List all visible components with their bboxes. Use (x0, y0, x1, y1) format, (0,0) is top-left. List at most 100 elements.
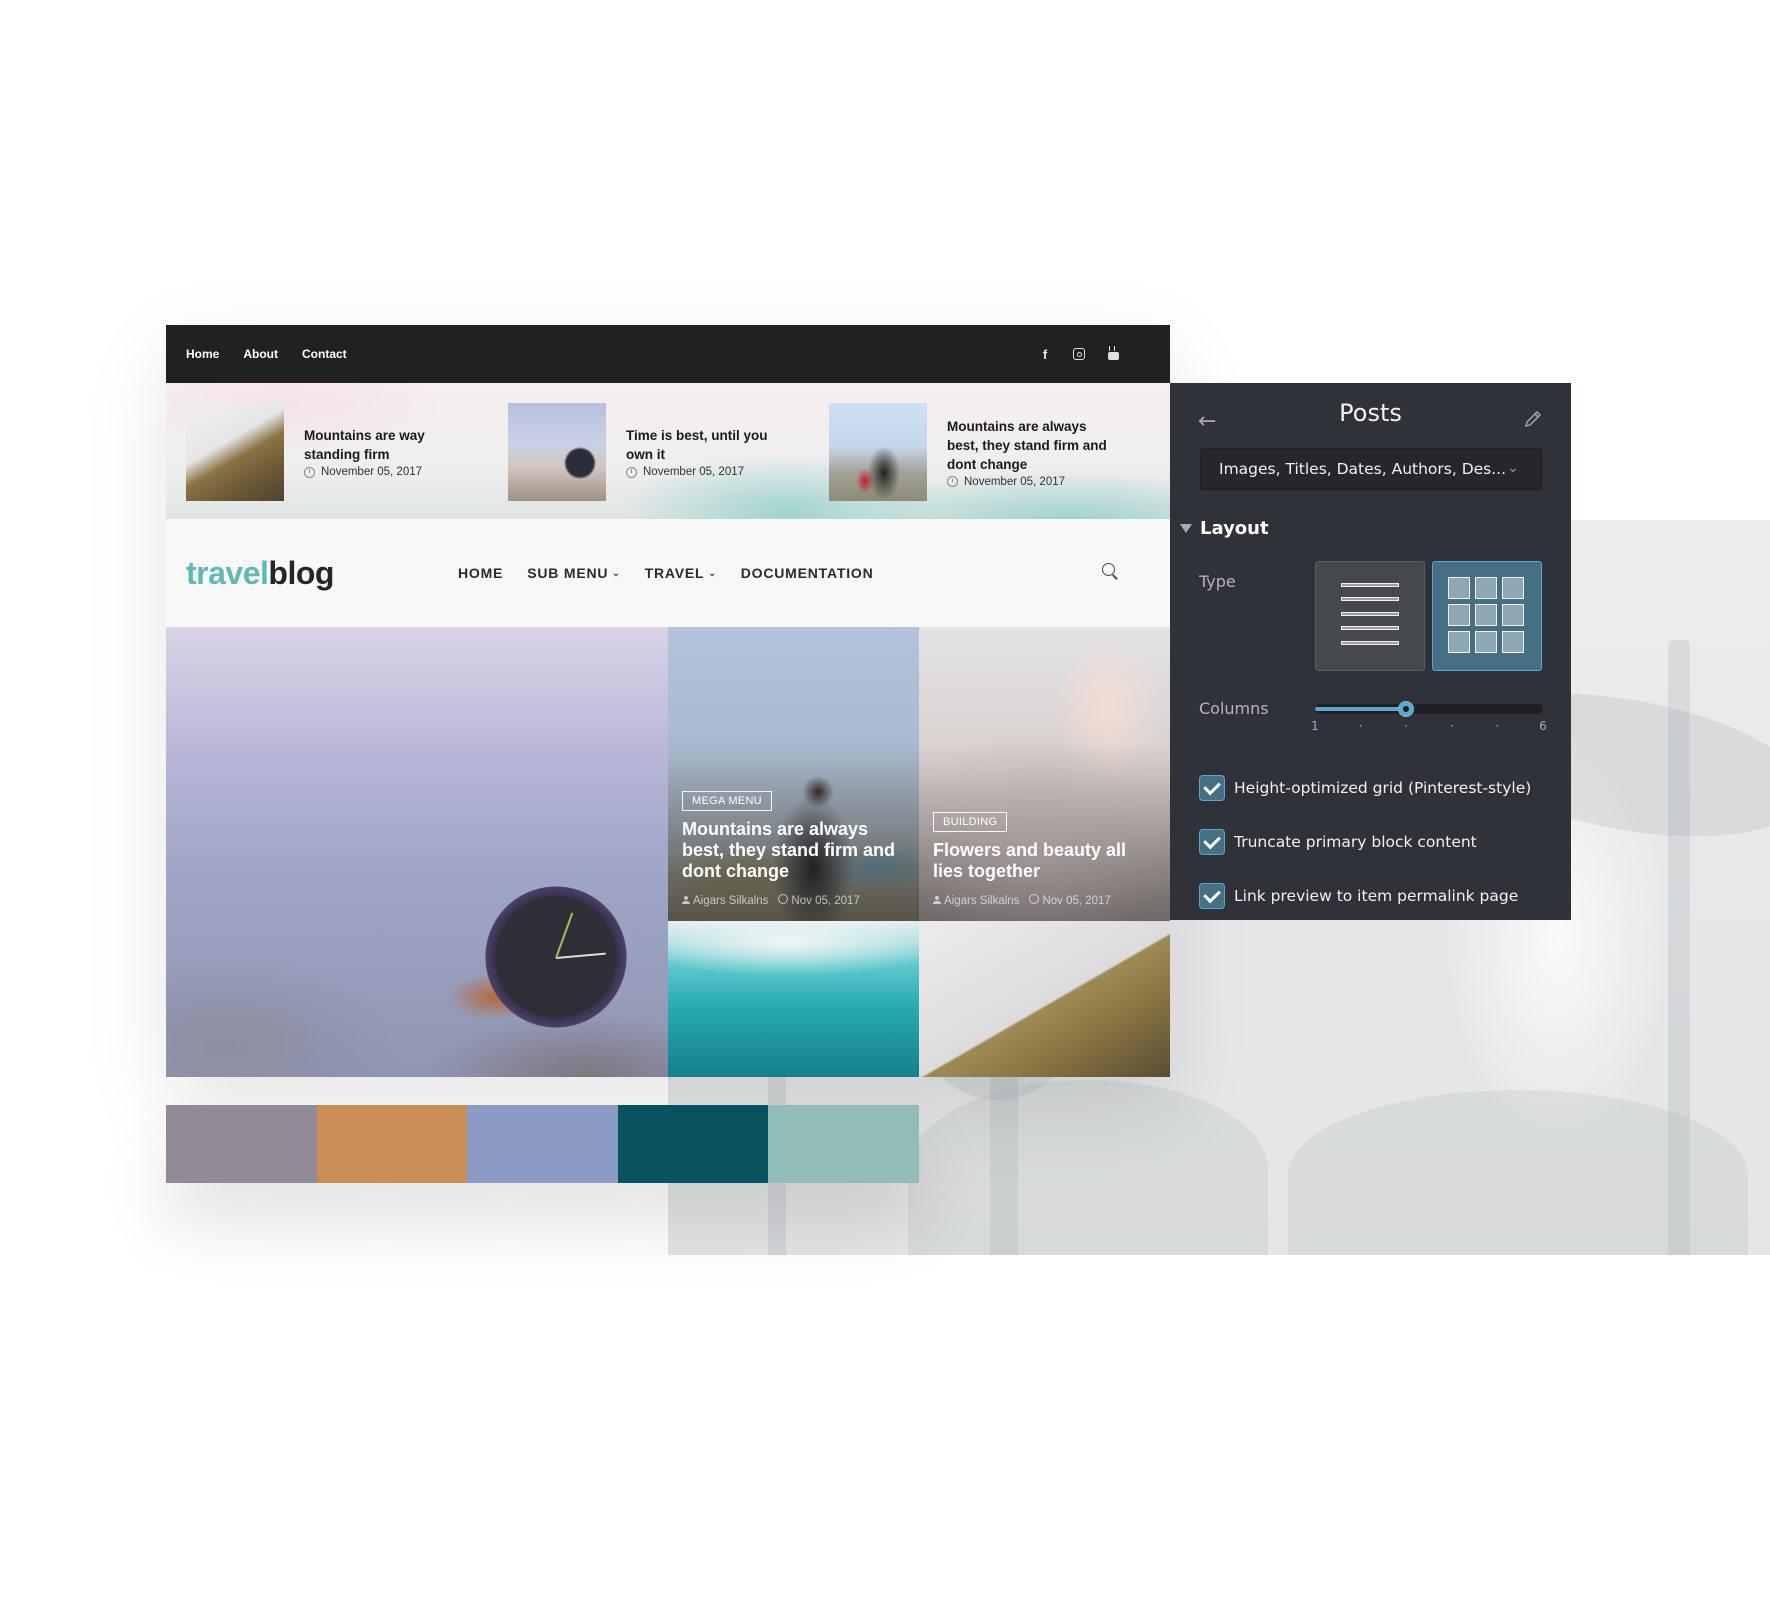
checkbox-link-preview[interactable]: Link preview to item permalink page (1199, 869, 1531, 923)
clock-icon (304, 466, 315, 478)
nav-item-home[interactable]: HOME (458, 565, 503, 581)
nav-item-sub-menu[interactable]: SUB MENU ⌄ (527, 565, 620, 581)
clock-icon (626, 466, 637, 478)
checkbox-checked[interactable] (1199, 829, 1225, 855)
pencil-icon[interactable] (1523, 409, 1543, 429)
clock-icon (778, 894, 789, 904)
color-swatch (467, 1105, 618, 1183)
slider-tick-dot: · (1404, 719, 1409, 733)
facebook-icon[interactable]: f (1038, 347, 1052, 362)
slider-tick-dot: · (1358, 719, 1363, 733)
slider-max-label: 6 (1539, 719, 1547, 733)
slider-thumb[interactable] (1398, 701, 1415, 717)
topbar-link-home[interactable]: Home (186, 347, 219, 361)
posts-settings-panel: ← Posts Images, Titles, Dates, Authors, … (1170, 383, 1571, 920)
featured-post[interactable]: Mountains are always best, they stand fi… (829, 403, 1117, 501)
color-swatch (617, 1105, 769, 1183)
grid-cell (1448, 577, 1470, 599)
main-navigation: travelblog HOME SUB MENU ⌄ TRAVEL ⌄ DOCUME… (166, 519, 1170, 627)
user-icon (682, 895, 690, 904)
color-palette (166, 1105, 919, 1183)
grid-cell (1448, 631, 1470, 653)
instagram-icon[interactable] (1072, 347, 1086, 361)
card-title[interactable]: Mountains are always best, they stand fi… (682, 819, 909, 882)
slider-fill (1315, 707, 1407, 711)
nav-item-travel[interactable]: TRAVEL ⌄ (645, 565, 717, 581)
chevron-down-icon: ⌄ (1507, 460, 1519, 476)
watch-hand (555, 952, 606, 959)
section-title: Layout (1200, 518, 1269, 539)
checkbox-checked[interactable] (1199, 775, 1225, 801)
slider-min-label: 1 (1311, 719, 1319, 733)
featured-post-date: November 05, 2017 (964, 475, 1066, 488)
slider-tick-dot: · (1449, 719, 1454, 733)
featured-posts-strip: Mountains are way standing firm November… (166, 383, 1170, 519)
checkbox-truncate-content[interactable]: Truncate primary block content (1199, 815, 1531, 869)
user-icon (933, 895, 941, 904)
checkbox-label: Truncate primary block content (1234, 833, 1477, 851)
grid-cell (1502, 631, 1524, 653)
layout-type-grid-button[interactable] (1432, 561, 1542, 671)
featured-post[interactable]: Time is best, until you own it November … (508, 403, 776, 501)
topbar-link-about[interactable]: About (243, 347, 278, 361)
featured-post-title[interactable]: Mountains are way standing firm (304, 426, 454, 464)
collapse-triangle-icon (1180, 524, 1192, 533)
chevron-down-icon: ⌄ (708, 567, 717, 578)
card-date: Nov 05, 2017 (791, 895, 860, 907)
website-preview: Home About Contact f Mountains are way s… (166, 325, 1170, 1077)
grid-card[interactable]: MEGA MENU Mountains are always best, the… (668, 627, 919, 921)
content-fields-dropdown[interactable]: Images, Titles, Dates, Authors, Des... ⌄ (1200, 448, 1542, 490)
posts-grid: MEGA MENU Mountains are always best, the… (166, 627, 1170, 1077)
card-date: Nov 05, 2017 (1042, 895, 1111, 907)
card-title[interactable]: Flowers and beauty all lies together (933, 840, 1160, 882)
grid-post-image-watch[interactable] (166, 627, 668, 1077)
checkbox-label: Link preview to item permalink page (1234, 887, 1519, 905)
featured-post-thumbnail[interactable] (829, 403, 927, 501)
site-logo[interactable]: travelblog (186, 555, 334, 592)
clock-icon (947, 476, 958, 487)
grid-cell (1475, 631, 1497, 653)
featured-post-date: November 05, 2017 (643, 466, 745, 478)
slider-ticks: 1 · · · · 6 (1311, 719, 1548, 735)
grid-cell (1475, 577, 1497, 599)
grid-cell (1502, 604, 1524, 626)
featured-post-date: November 05, 2017 (321, 466, 423, 478)
color-swatch (316, 1105, 468, 1183)
grid-cell (1502, 577, 1524, 599)
card-author[interactable]: Aigars Silkalns (944, 895, 1019, 907)
featured-post-title[interactable]: Mountains are always best, they stand fi… (947, 417, 1117, 474)
layout-type-list-button[interactable] (1315, 561, 1425, 671)
nav-item-documentation[interactable]: DOCUMENTATION (741, 565, 874, 581)
grid-post-image-forest[interactable] (919, 921, 1170, 1077)
color-swatch (768, 1105, 919, 1183)
color-swatch (166, 1105, 317, 1183)
topbar-link-contact[interactable]: Contact (302, 347, 347, 361)
category-tag[interactable]: BUILDING (933, 812, 1008, 832)
featured-post-title[interactable]: Time is best, until you own it (626, 426, 776, 464)
card-author[interactable]: Aigars Silkalns (693, 895, 768, 907)
dropdown-value: Images, Titles, Dates, Authors, Des... (1219, 460, 1507, 478)
grid-post-image-ocean[interactable] (668, 921, 919, 1077)
featured-post-thumbnail[interactable] (186, 403, 284, 501)
category-tag[interactable]: MEGA MENU (682, 791, 772, 811)
featured-post-thumbnail[interactable] (508, 403, 606, 501)
type-label: Type (1199, 572, 1236, 591)
checkbox-label: Height-optimized grid (Pinterest-style) (1234, 779, 1532, 797)
layout-section-toggle[interactable]: Layout (1180, 518, 1269, 539)
checkbox-height-optimized-grid[interactable]: Height-optimized grid (Pinterest-style) (1199, 761, 1531, 815)
grid-cell (1448, 604, 1470, 626)
featured-post[interactable]: Mountains are way standing firm November… (186, 403, 454, 501)
slider-tick-dot: · (1495, 719, 1500, 733)
grid-cell (1475, 604, 1497, 626)
checkbox-checked[interactable] (1199, 883, 1225, 909)
clock-icon (1029, 894, 1040, 904)
watch-hand (555, 912, 574, 959)
panel-title: Posts (1339, 399, 1402, 427)
columns-slider[interactable] (1315, 701, 1543, 717)
grid-card[interactable]: BUILDING Flowers and beauty all lies tog… (919, 627, 1170, 921)
youtube-icon[interactable] (1106, 346, 1120, 361)
top-bar: Home About Contact f (166, 325, 1170, 383)
columns-label: Columns (1199, 699, 1269, 718)
chevron-down-icon: ⌄ (612, 567, 621, 578)
search-icon[interactable] (1102, 563, 1115, 576)
